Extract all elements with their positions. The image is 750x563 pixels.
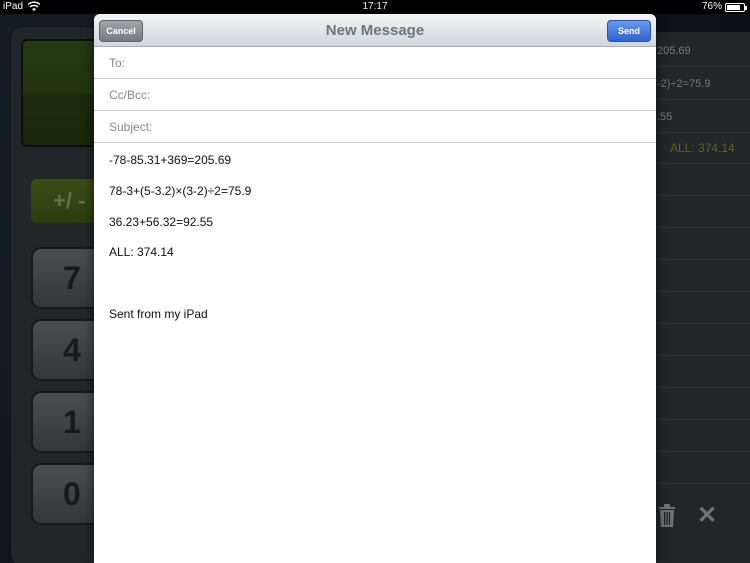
email-signature: Sent from my iPad: [109, 307, 208, 321]
subject-label: Subject:: [109, 120, 153, 134]
send-button[interactable]: Send: [607, 20, 651, 42]
subject-input[interactable]: [174, 117, 634, 137]
body-line: 78-3+(5-3.2)×(3-2)÷2=75.9: [109, 184, 252, 198]
subject-field-row: Subject:: [94, 111, 656, 143]
compose-navbar: New Message Cancel Send: [94, 14, 656, 47]
battery-percent: 76%: [701, 1, 722, 12]
body-line: ALL: 374.14: [109, 245, 174, 259]
body-line: -78-85.31+369=205.69: [109, 153, 232, 167]
message-body[interactable]: -78-85.31+369=205.69 78-3+(5-3.2)×(3-2)÷…: [94, 145, 656, 563]
status-bar: iPad 17:17 76%: [0, 0, 750, 14]
status-time: 17:17: [362, 1, 388, 12]
compose-message-sheet: New Message Cancel Send To: Cc/Bcc: Subj…: [94, 14, 656, 563]
cc-bcc-input[interactable]: [174, 85, 634, 105]
battery-icon: [725, 3, 747, 12]
to-label: To:: [109, 56, 126, 70]
cancel-button[interactable]: Cancel: [99, 20, 143, 42]
to-field-row: To:: [94, 47, 656, 79]
to-input[interactable]: [174, 53, 634, 73]
body-line: 36.23+56.32=92.55: [109, 215, 214, 229]
cc-bcc-field-row: Cc/Bcc:: [94, 79, 656, 111]
compose-title: New Message: [325, 22, 425, 39]
cc-bcc-label: Cc/Bcc:: [109, 88, 151, 102]
